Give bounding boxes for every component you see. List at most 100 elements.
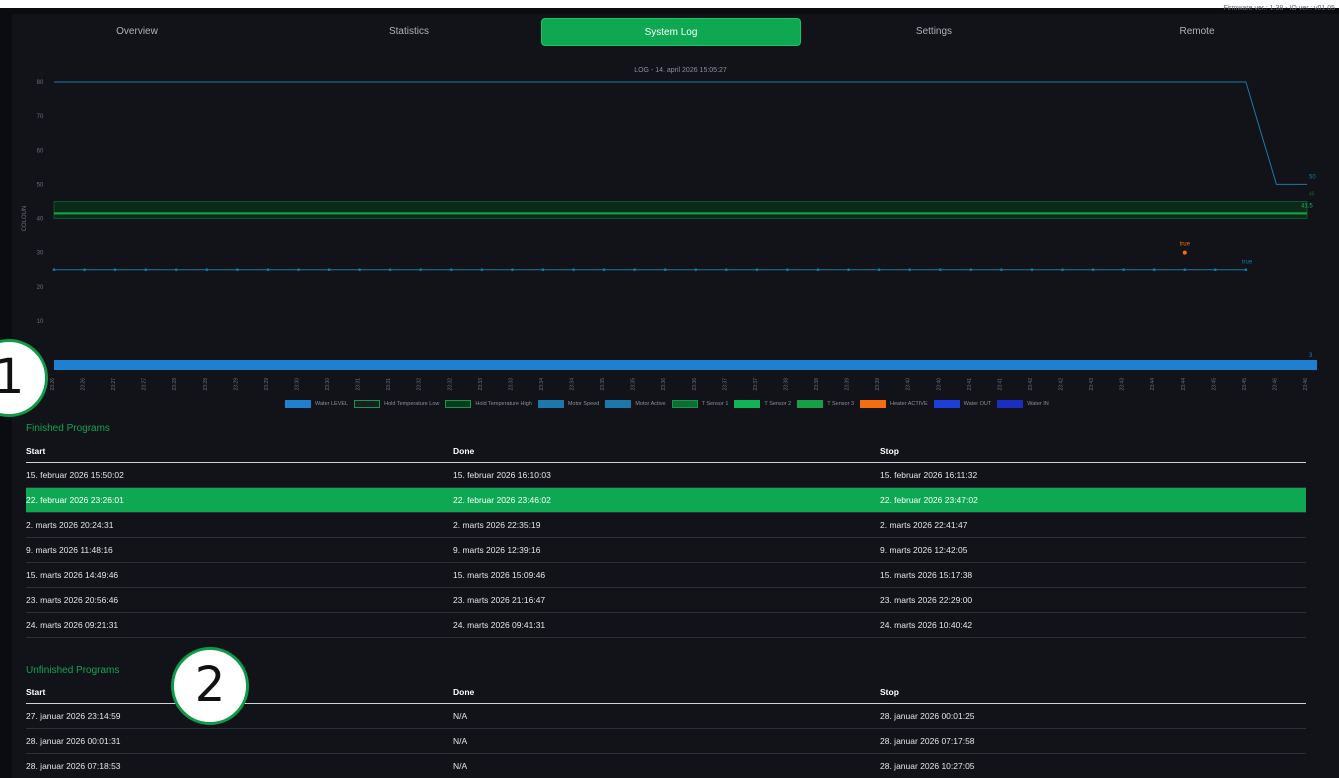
- data-point: [1244, 268, 1248, 271]
- x-tick-label: 23:35: [600, 378, 606, 391]
- cell-stop: 9. marts 2026 12:42:05: [880, 537, 1306, 563]
- unfinished-programs-title: Unfinished Programs: [26, 665, 120, 676]
- table-row[interactable]: 28. januar 2026 07:18:53 N/A 28. januar 20…: [26, 753, 1306, 778]
- legend-item[interactable]: Motor Speed: [537, 398, 599, 410]
- x-tick-label: 23:42: [1059, 378, 1065, 391]
- column-start: Start: [26, 440, 453, 463]
- y-tick-label: 30: [37, 251, 44, 257]
- t-sensor-end-label: 41.5: [1301, 203, 1313, 209]
- x-tick-label: 23:29: [233, 378, 239, 391]
- cell-done: 15. marts 2026 15:09:46: [453, 562, 880, 588]
- y-tick-label: 80: [37, 80, 44, 86]
- data-point: [816, 268, 820, 271]
- legend-item[interactable]: Water LEVEL: [285, 398, 348, 410]
- cell-stop: 2. marts 2026 22:41:47: [880, 512, 1306, 538]
- x-tick-label: 23:41: [967, 378, 973, 391]
- x-tick-label: 23:31: [386, 378, 392, 391]
- tab-system-log[interactable]: System Log: [541, 18, 801, 46]
- table-row[interactable]: 24. marts 2026 09:21:31 24. marts 2026 09…: [26, 612, 1306, 638]
- data-point: [1091, 268, 1095, 271]
- legend-label: T Sensor 3: [827, 401, 855, 407]
- x-tick-label: 23:39: [875, 378, 881, 391]
- legend-label: Hold Temperature Low: [384, 401, 440, 407]
- cell-done: N/A: [453, 753, 880, 778]
- x-tick-label: 23:36: [661, 378, 667, 391]
- series-motor-speed: [54, 81, 1307, 185]
- legend-label: Motor Active: [635, 401, 666, 407]
- data-point: [449, 268, 453, 271]
- legend-swatch: [797, 400, 824, 408]
- cell-stop: 28. januar 2026 07:17:58: [880, 728, 1306, 754]
- tab-remote[interactable]: Remote: [1067, 18, 1327, 46]
- column-stop: Stop: [880, 440, 1306, 463]
- table-row[interactable]: 9. marts 2026 11:48:16 9. marts 2026 12:3…: [26, 537, 1306, 563]
- y-tick-label: 50: [37, 182, 44, 188]
- data-point: [572, 268, 575, 271]
- x-tick-label: 23:35: [631, 378, 637, 391]
- data-point: [1214, 268, 1217, 271]
- data-point: [1000, 268, 1003, 271]
- data-point: [174, 268, 178, 271]
- x-tick-label: 23:26: [50, 378, 56, 391]
- table-row[interactable]: 15. marts 2026 14:49:46 15. marts 2026 15…: [26, 562, 1306, 588]
- legend-item[interactable]: T Sensor 1: [671, 398, 728, 410]
- data-point: [419, 268, 423, 271]
- cell-stop: 15. februar 2026 16:11:32: [880, 462, 1306, 488]
- y-tick-label: 40: [37, 217, 44, 223]
- legend-swatch: [537, 400, 564, 408]
- data-point: [663, 268, 667, 271]
- x-tick-label: 23:32: [447, 378, 453, 391]
- data-point: [388, 268, 392, 271]
- legend-item[interactable]: T Sensor 2: [734, 398, 791, 410]
- annotation-marker-2: 2: [171, 647, 249, 725]
- cell-done: 24. marts 2026 09:41:31: [453, 612, 880, 638]
- x-tick-label: 23:40: [906, 378, 912, 391]
- table-row[interactable]: 28. januar 2026 00:01:31 N/A 28. januar 20…: [26, 728, 1306, 754]
- tab-statistics[interactable]: Statistics: [279, 18, 539, 46]
- cell-stop: 28. januar 2026 10:27:05: [880, 753, 1306, 778]
- table-row[interactable]: 2. marts 2026 20:24:31 2. marts 2026 22:3…: [26, 512, 1306, 538]
- cell-done: 22. februar 2026 23:46:02: [453, 487, 880, 513]
- cell-start: 28. januar 2026 07:18:53: [26, 753, 453, 778]
- x-tick-label: 23:45: [1211, 378, 1217, 391]
- tab-overview[interactable]: Overview: [12, 18, 262, 46]
- table-row[interactable]: 15. februar 2026 15:50:02 15. februar 202…: [26, 462, 1306, 488]
- x-tick-label: 23:27: [111, 378, 117, 391]
- data-point: [144, 268, 147, 271]
- data-point: [847, 268, 850, 271]
- data-point: [297, 268, 300, 271]
- water-level-end-label: 3: [1309, 353, 1313, 359]
- cell-stop: 23. marts 2026 22:29:00: [880, 587, 1306, 613]
- tab-settings[interactable]: Settings: [804, 18, 1064, 46]
- data-point: [1030, 268, 1034, 271]
- data-point: [480, 268, 484, 271]
- chart-title: LOG - 14. april 2026 15:05:27: [634, 67, 727, 74]
- cell-start: 15. februar 2026 15:50:02: [26, 462, 453, 488]
- data-point: [541, 268, 545, 271]
- legend-item[interactable]: Heater ACTIVE: [860, 398, 928, 410]
- legend-item[interactable]: Hold Temperature Low: [354, 398, 439, 410]
- y-tick-label: 60: [37, 148, 44, 154]
- x-tick-label: 23:28: [172, 378, 178, 391]
- legend-item[interactable]: Hold Temperature High: [445, 398, 532, 410]
- table-row[interactable]: 22. februar 2026 23:26:01 22. februar 202…: [26, 487, 1306, 513]
- column-done: Done: [453, 440, 880, 463]
- column-stop: Stop: [880, 681, 1306, 704]
- x-tick-label: 23:43: [1120, 378, 1126, 391]
- motor-active-label: true: [1242, 260, 1253, 266]
- data-point: [236, 268, 239, 271]
- legend-label: T Sensor 2: [764, 401, 792, 407]
- legend-item[interactable]: Water IN: [997, 398, 1049, 410]
- x-tick-label: 23:30: [294, 378, 300, 391]
- x-tick-label: 23:41: [997, 378, 1003, 391]
- legend-label: Hold Temperature High: [475, 401, 532, 407]
- legend-swatch: [605, 400, 632, 408]
- legend-item[interactable]: T Sensor 3: [797, 398, 854, 410]
- table-row[interactable]: 23. marts 2026 20:56:46 23. marts 2026 21…: [26, 587, 1306, 613]
- system-log-chart: LOG - 14. april 2026 15:05:27 10 20 30 40 50 6…: [12, 60, 1322, 420]
- legend-item[interactable]: Motor Active: [605, 398, 666, 410]
- motor-speed-end-label: 50: [1309, 174, 1316, 180]
- legend-item[interactable]: Water OUT: [933, 398, 991, 410]
- hold-temp-end-label: 45: [1309, 191, 1315, 197]
- cell-stop: 28. januar 2026 00:01:25: [880, 703, 1306, 729]
